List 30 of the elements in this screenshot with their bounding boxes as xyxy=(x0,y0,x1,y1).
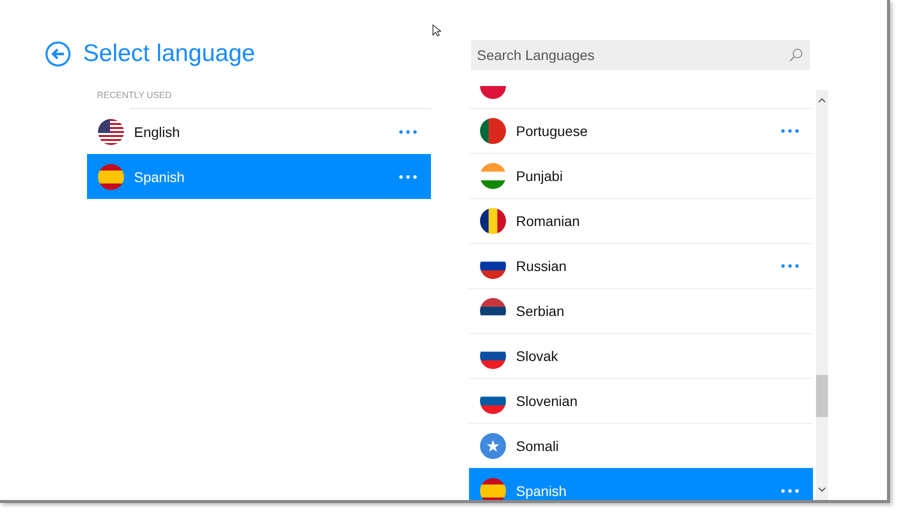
flag-icon xyxy=(480,208,506,234)
cursor-icon xyxy=(432,24,441,37)
flag-icon xyxy=(480,118,506,144)
language-item[interactable]: Romanian xyxy=(469,198,813,243)
more-icon[interactable] xyxy=(399,130,417,134)
scrollbar-thumb[interactable] xyxy=(816,375,828,417)
more-icon[interactable] xyxy=(781,264,799,268)
more-icon[interactable] xyxy=(399,174,417,178)
flag-icon xyxy=(480,163,506,189)
scroll-up-icon[interactable] xyxy=(818,98,826,103)
section-heading: RECENTLY USED xyxy=(97,90,173,100)
language-item[interactable]: English xyxy=(87,109,431,154)
language-item[interactable]: Serbian xyxy=(469,288,813,333)
scroll-down-icon[interactable] xyxy=(818,487,826,492)
flag-icon xyxy=(480,433,506,459)
language-item[interactable]: Slovenian xyxy=(469,378,813,423)
more-icon[interactable] xyxy=(781,488,799,492)
flag-icon xyxy=(480,478,506,500)
search-icon[interactable] xyxy=(789,48,803,62)
language-item[interactable]: Russian xyxy=(469,243,813,288)
language-item[interactable]: Slovak xyxy=(469,333,813,378)
back-icon[interactable] xyxy=(45,41,71,67)
flag-icon xyxy=(98,118,124,144)
language-item[interactable]: Punjabi xyxy=(469,153,813,198)
flag-icon xyxy=(98,164,124,190)
more-icon[interactable] xyxy=(781,129,799,133)
search-field[interactable]: Search Languages xyxy=(471,40,810,70)
page-title: Select language xyxy=(83,40,256,68)
scrollbar[interactable] xyxy=(816,90,828,500)
language-item[interactable]: Portuguese xyxy=(469,108,813,153)
